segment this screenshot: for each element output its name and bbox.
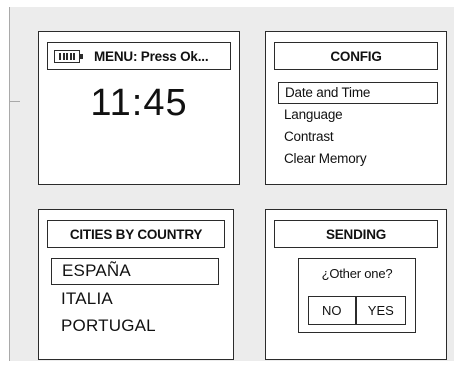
sending-title-bar: SENDING xyxy=(274,220,438,248)
menu-title: MENU: Press Ok... xyxy=(94,48,209,64)
config-item-date-and-time[interactable]: Date and Time xyxy=(278,82,438,104)
sending-title: SENDING xyxy=(325,226,387,242)
country-item-italia[interactable]: ITALIA xyxy=(51,285,219,312)
menu-title-bar: MENU: Press Ok... xyxy=(47,42,231,70)
config-screen: CONFIG Date and Time Language Contrast C… xyxy=(265,31,447,185)
cities-list: ESPAÑA ITALIA PORTUGAL xyxy=(51,258,219,339)
sending-screen: SENDING ¿Other one? NO YES xyxy=(265,209,447,360)
clock-display: 11:45 xyxy=(90,82,188,124)
no-button[interactable]: NO xyxy=(308,296,356,325)
cities-title: CITIES BY COUNTRY xyxy=(69,226,203,242)
config-item-language[interactable]: Language xyxy=(278,104,438,126)
yes-button[interactable]: YES xyxy=(355,296,406,325)
config-menu: Date and Time Language Contrast Clear Me… xyxy=(278,82,438,170)
cities-screen: CITIES BY COUNTRY ESPAÑA ITALIA PORTUGAL xyxy=(38,209,234,360)
cities-title-bar: CITIES BY COUNTRY xyxy=(47,220,225,248)
config-item-clear-memory[interactable]: Clear Memory xyxy=(278,148,438,170)
confirm-dialog: ¿Other one? NO YES xyxy=(298,258,416,333)
country-item-espana[interactable]: ESPAÑA xyxy=(51,258,219,285)
config-title: CONFIG xyxy=(330,48,382,64)
manual-page: MENU: Press Ok... 11:45 CONFIG Date and … xyxy=(9,7,454,361)
leader-line xyxy=(10,101,20,102)
battery-icon xyxy=(54,49,83,63)
config-item-contrast[interactable]: Contrast xyxy=(278,126,438,148)
dialog-question: ¿Other one? xyxy=(321,266,393,281)
country-item-portugal[interactable]: PORTUGAL xyxy=(51,312,219,339)
menu-screen: MENU: Press Ok... 11:45 xyxy=(38,31,240,185)
config-title-bar: CONFIG xyxy=(274,42,438,70)
